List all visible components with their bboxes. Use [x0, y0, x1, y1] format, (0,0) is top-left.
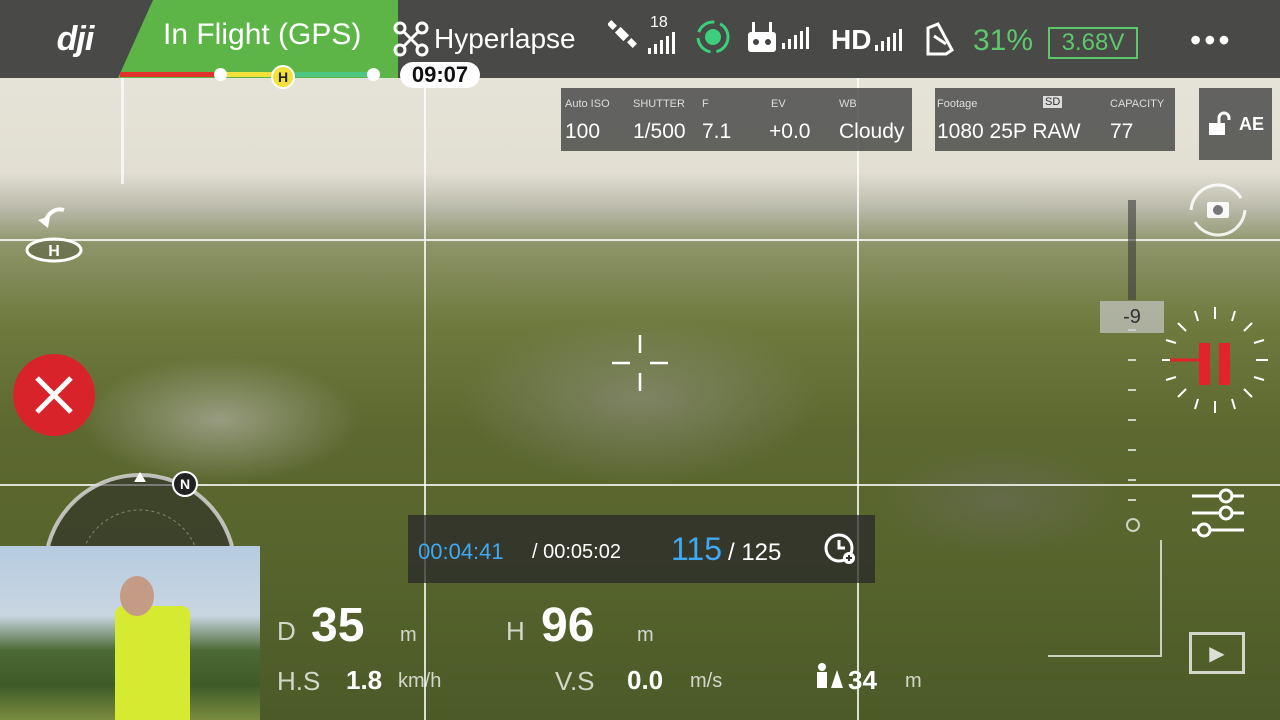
- unlock-icon: [1208, 111, 1231, 135]
- distance-unit: m: [400, 624, 417, 646]
- hd-signal[interactable]: HD: [831, 24, 903, 56]
- satellite-icon: [608, 20, 637, 48]
- wb-value: Cloudy: [839, 120, 905, 143]
- vertical-speed-value: 0.0: [627, 665, 664, 695]
- flight-status-label[interactable]: In Flight (GPS): [163, 18, 361, 52]
- horizontal-speed-unit: km/h: [398, 670, 442, 692]
- frame-corner-guide: [1048, 540, 1162, 657]
- grid-line: [857, 78, 859, 720]
- flight-time-progress: [120, 72, 380, 77]
- pause-record-button[interactable]: [1199, 343, 1239, 385]
- camera-settings-icon[interactable]: [1190, 488, 1246, 538]
- grid-line: [424, 78, 426, 720]
- map-camera-pip[interactable]: [0, 546, 260, 720]
- progress-green: [280, 72, 380, 77]
- remote-controller-icon: [748, 22, 776, 52]
- battery-percent: 31%: [973, 24, 1034, 57]
- playback-button[interactable]: ▶: [1189, 632, 1245, 674]
- battery-icon: [926, 22, 954, 56]
- height-label: H: [506, 616, 525, 646]
- close-icon: [35, 376, 73, 414]
- pilot-head: [120, 576, 154, 616]
- battery-voltage: 3.68V: [1048, 27, 1138, 59]
- capacity-value: 77: [1110, 120, 1134, 143]
- progress-marker: [367, 68, 380, 81]
- rc-signal[interactable]: [746, 20, 809, 56]
- more-menu-button[interactable]: •••: [1190, 22, 1233, 59]
- timer-icon[interactable]: [822, 531, 858, 567]
- shooting-mode-label: Hyperlapse: [434, 23, 576, 54]
- gps-status[interactable]: 18: [608, 14, 675, 56]
- camera-settings-panel[interactable]: Auto ISO 100 SHUTTER 1/500 F 7.1 EV +0.0…: [561, 88, 912, 151]
- obstacle-sensing-icon[interactable]: [694, 18, 732, 56]
- progress-red: [120, 72, 220, 77]
- footage-format: 1080 25P RAW: [937, 120, 1081, 143]
- rc-signal-bars: [782, 27, 809, 49]
- frames-total: / 125: [728, 539, 782, 566]
- height-unit: m: [637, 624, 654, 646]
- elapsed-time: 00:04:41: [418, 539, 504, 564]
- vertical-marker: [121, 78, 124, 184]
- home-marker: H: [271, 65, 295, 89]
- cancel-button[interactable]: [13, 354, 95, 436]
- pilot-distance-unit: m: [905, 670, 922, 692]
- play-icon: ▶: [1209, 642, 1225, 665]
- gps-signal-bars: [648, 32, 675, 54]
- frames-captured: 115: [671, 531, 723, 567]
- horizontal-speed-value: 1.8: [346, 665, 383, 695]
- compass-radar[interactable]: [40, 470, 240, 550]
- flight-time: 09:07: [400, 62, 480, 88]
- hd-signal-bars: [875, 29, 903, 51]
- shooting-mode[interactable]: Hyperlapse: [392, 20, 576, 58]
- horizontal-speed-label: H.S: [277, 666, 321, 696]
- storage-panel[interactable]: Footage SD 1080 25P RAW CAPACITY 77: [935, 88, 1175, 151]
- vertical-speed-label: V.S: [555, 666, 595, 696]
- distance-label: D: [277, 616, 296, 646]
- pilot-figure: [115, 606, 190, 720]
- crosshair-icon: [612, 335, 668, 391]
- sd-card-icon: SD: [1043, 96, 1063, 108]
- ev-value: +0.0: [769, 120, 811, 143]
- distance-value: 35: [311, 599, 365, 652]
- shutter-value: 1/500: [633, 120, 686, 143]
- gimbal-pitch-slider[interactable]: [1128, 200, 1136, 520]
- hyperlapse-progress-panel: 00:04:41 / 00:05:02 115 / 125: [408, 515, 875, 583]
- aperture-value: 7.1: [702, 120, 732, 143]
- progress-marker: [214, 68, 227, 81]
- return-to-home-icon[interactable]: H: [24, 206, 84, 266]
- vision-icon: [696, 20, 730, 54]
- ae-lock-button[interactable]: AE: [1199, 88, 1272, 160]
- battery-settings-icon[interactable]: [924, 20, 960, 58]
- pilot-distance-icon: [817, 663, 843, 688]
- height-value: 96: [541, 599, 595, 652]
- satellite-count: 18: [650, 14, 668, 31]
- pilot-distance-value: 34: [848, 665, 877, 695]
- vertical-speed-unit: m/s: [690, 670, 723, 692]
- iso-value: 100: [565, 120, 601, 143]
- ae-label: AE: [1238, 113, 1264, 134]
- camera-switch-icon[interactable]: [1183, 180, 1253, 240]
- gimbal-slider-handle[interactable]: [1126, 518, 1140, 532]
- total-time: / 00:05:02: [532, 541, 621, 563]
- gimbal-pitch-value: -9: [1100, 301, 1164, 333]
- grid-line: [0, 239, 1280, 241]
- drone-icon: [393, 21, 429, 57]
- hd-label: HD: [831, 24, 872, 55]
- svg-text:H: H: [48, 243, 60, 260]
- north-indicator: N: [172, 471, 198, 497]
